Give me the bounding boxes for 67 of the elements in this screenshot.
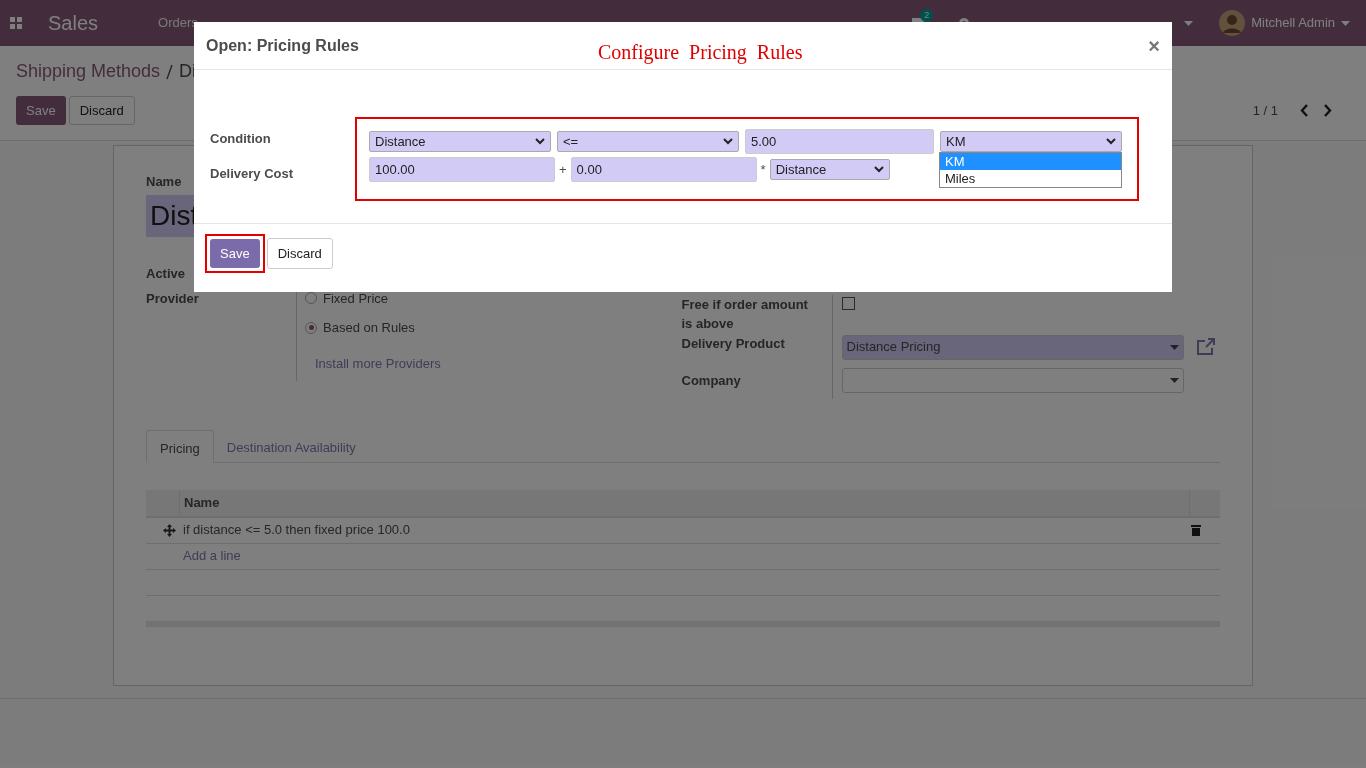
discard-button[interactable]: Discard xyxy=(68,96,135,125)
select-value: <= xyxy=(563,132,579,151)
dropdown-option[interactable]: Miles xyxy=(940,170,1121,187)
avatar-icon xyxy=(1219,10,1246,36)
caret-icon xyxy=(1184,20,1194,26)
tab[interactable]: Destination Availability xyxy=(213,429,369,462)
multiply-sign: * xyxy=(760,160,766,179)
radio-label: Based on Rules xyxy=(323,319,415,337)
checkbox[interactable] xyxy=(841,296,855,310)
field-label: Provider xyxy=(146,289,200,308)
pager-value: 1 / 1 xyxy=(1252,101,1278,120)
chevron-left-icon xyxy=(1300,104,1309,117)
dropdown-option[interactable]: KM xyxy=(940,153,1121,170)
user-menu[interactable]: Mitchell Admin xyxy=(1219,10,1350,36)
caret-icon xyxy=(1169,377,1179,383)
input-field[interactable]: 5.00 xyxy=(745,129,934,154)
variable-select[interactable]: Distance xyxy=(769,159,890,180)
breadcrumb-item[interactable]: Shipping Methods xyxy=(16,58,161,85)
save-button[interactable]: Save xyxy=(16,96,66,125)
select-value: Distance xyxy=(375,132,426,151)
field-label: Delivery Product xyxy=(681,334,786,353)
plus-sign: + xyxy=(559,160,567,179)
caret-icon xyxy=(1169,344,1179,350)
table-cell-text: if distance <= 5.0 then fixed price 100.0 xyxy=(183,521,411,540)
chevron-down-icon xyxy=(535,138,545,145)
field-label: Name xyxy=(146,173,182,191)
field-label: Delivery Cost xyxy=(210,164,295,183)
external-link-icon xyxy=(1195,337,1216,357)
annotation-text: Configure Pricing Rules xyxy=(598,40,803,66)
field-label: Free if order amount is above xyxy=(681,295,809,333)
save-button[interactable]: Save xyxy=(210,239,260,268)
close-button[interactable]: × xyxy=(1148,30,1160,61)
dialog-title: Open: Pricing Rules xyxy=(206,35,359,56)
add-line-link[interactable]: Add a line xyxy=(183,546,241,566)
discard-button[interactable]: Discard xyxy=(266,238,333,269)
caret-icon xyxy=(1341,20,1350,26)
trash-icon xyxy=(1191,524,1201,536)
apps-grid-icon xyxy=(10,17,22,29)
field-label: Company xyxy=(681,371,742,390)
chevron-down-icon xyxy=(873,166,884,173)
previous-button[interactable] xyxy=(1300,104,1309,117)
notification-badge: 2 xyxy=(920,9,934,22)
input-field[interactable]: 0.00 xyxy=(570,157,757,182)
tab[interactable]: Pricing xyxy=(146,429,214,463)
input-field[interactable]: 100.00 xyxy=(369,157,555,182)
radio-button[interactable] xyxy=(305,292,317,305)
chevron-down-icon xyxy=(723,138,733,145)
variable-select[interactable]: Distance xyxy=(369,131,551,152)
column-header: Name xyxy=(184,493,221,512)
operator-select[interactable]: <= xyxy=(557,131,739,152)
select-value: Distance xyxy=(775,160,827,179)
install-providers-link[interactable]: Install more Providers xyxy=(315,353,441,373)
select-value: KM xyxy=(946,132,966,151)
chevron-right-icon xyxy=(1323,104,1332,117)
app-title: Sales xyxy=(48,11,99,36)
unit-select[interactable]: KM xyxy=(940,131,1122,152)
field-label: Active xyxy=(146,264,187,283)
separator-icon xyxy=(166,63,174,80)
product-select[interactable]: Distance Pricing xyxy=(841,334,1184,360)
move-handle-icon xyxy=(163,523,176,537)
user-name: Mitchell Admin xyxy=(1251,14,1335,33)
field-label: Condition xyxy=(210,130,272,148)
radio-button[interactable] xyxy=(305,321,317,334)
next-button[interactable] xyxy=(1323,104,1332,117)
radio-label: Fixed Price xyxy=(323,289,389,308)
chevron-down-icon xyxy=(1106,138,1116,145)
select-value: Distance Pricing xyxy=(846,338,941,357)
